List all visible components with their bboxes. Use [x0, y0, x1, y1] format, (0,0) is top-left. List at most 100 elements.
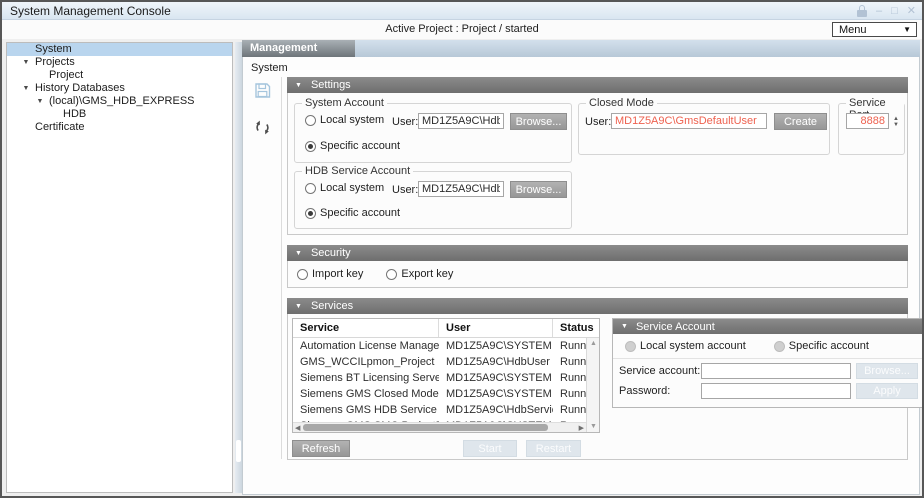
tree-item-label: Project — [49, 69, 83, 82]
hdb-service-account-group: HDB Service Account Local system account… — [294, 171, 572, 229]
hscroll-thumb[interactable] — [303, 424, 548, 431]
refresh-icon[interactable] — [254, 119, 271, 136]
column-header-status[interactable]: Status — [553, 319, 599, 337]
collapse-arrow-icon: ▼ — [295, 303, 302, 310]
tree-item-history-databases[interactable]: ▼History Databases — [7, 82, 232, 95]
title-bar: System Management Console – □ ✕ — [2, 2, 922, 20]
tree-item-label: Certificate — [35, 121, 85, 134]
hdb-account-local-label: Local system account — [320, 182, 384, 194]
table-cell-service: Siemens GMS Closed Mode Service — [293, 386, 439, 402]
sa-specific-radio[interactable] — [774, 341, 785, 352]
services-section-header[interactable]: ▼ Services — [287, 298, 908, 314]
sa-apply-button[interactable]: Apply — [856, 383, 918, 399]
hdb-account-specific-radio[interactable] — [305, 208, 316, 219]
table-cell-user: MD1Z5A9C\SYSTEM — [439, 370, 553, 386]
export-key-radio[interactable] — [386, 269, 397, 280]
table-horizontal-scrollbar[interactable]: ◀ ▶ — [293, 422, 586, 432]
column-header-user[interactable]: User — [439, 319, 553, 337]
table-cell-service: Siemens BT Licensing Server — [293, 370, 439, 386]
sa-password-input[interactable] — [701, 383, 851, 399]
tree-item-certificate[interactable]: Certificate — [7, 121, 232, 134]
start-button[interactable]: Start — [463, 440, 517, 457]
tree-item-label: HDB — [63, 108, 86, 121]
minimize-icon[interactable]: – — [876, 3, 882, 19]
closed-mode-group: Closed Mode User: Create — [578, 103, 830, 155]
table-cell-status: Running — [553, 386, 586, 402]
settings-section-header[interactable]: ▼ Settings — [287, 77, 908, 93]
table-row[interactable]: Siemens GMS HDB ServiceMD1Z5A9C\HdbServi… — [293, 402, 586, 418]
service-account-header[interactable]: ▼ Service Account — [613, 319, 924, 334]
hdb-account-user-input[interactable] — [418, 181, 504, 197]
closed-mode-create-button[interactable]: Create — [774, 113, 827, 130]
system-account-browse-button[interactable]: Browse... — [510, 113, 567, 130]
import-key-label: Import key — [312, 268, 363, 280]
maximize-icon[interactable]: □ — [891, 3, 898, 19]
system-account-user-label: User: — [392, 116, 418, 128]
tree-item-system[interactable]: System — [7, 43, 232, 56]
tree-item-project[interactable]: Project — [7, 69, 232, 82]
expand-arrow-icon[interactable]: ▼ — [17, 82, 35, 95]
collapse-arrow-icon: ▼ — [295, 82, 302, 89]
tab-management[interactable]: Management — [242, 40, 355, 57]
scroll-left-icon[interactable]: ◀ — [295, 424, 300, 432]
hdb-service-account-group-title: HDB Service Account — [302, 165, 413, 177]
table-row[interactable]: GMS_WCCILpmon_ProjectMD1Z5A9C\HdbUserRun… — [293, 354, 586, 370]
services-table: Service User Status Automation License M… — [292, 318, 600, 433]
column-header-service[interactable]: Service — [293, 319, 439, 337]
scroll-right-icon[interactable]: ▶ — [579, 424, 584, 432]
save-icon[interactable] — [254, 82, 271, 99]
close-icon[interactable]: ✕ — [907, 3, 916, 19]
table-cell-service: Siemens GMS HDB Service — [293, 402, 439, 418]
table-cell-user: MD1Z5A9C\SYSTEM — [439, 338, 553, 354]
service-port-spin-down-icon[interactable]: ▼ — [893, 122, 899, 128]
table-cell-service: Automation License Manager Service — [293, 338, 439, 354]
scroll-down-icon[interactable]: ▼ — [587, 423, 600, 430]
hdb-account-browse-button[interactable]: Browse... — [510, 181, 567, 198]
expand-arrow-icon[interactable]: ▼ — [31, 95, 49, 108]
expand-arrow-icon[interactable]: ▼ — [17, 56, 35, 69]
hdb-account-local-radio[interactable] — [305, 183, 316, 194]
menu-button[interactable]: Menu ▼ — [832, 22, 917, 37]
closed-mode-user-label: User: — [585, 116, 611, 128]
tab-strip: Management — [242, 40, 920, 57]
panel-splitter[interactable] — [235, 42, 242, 493]
splitter-grip-icon[interactable] — [236, 440, 241, 462]
chevron-down-icon: ▼ — [903, 25, 916, 34]
sa-service-account-input[interactable] — [701, 363, 851, 379]
service-account-panel: ▼ Service Account Local system account S… — [612, 318, 924, 408]
table-row[interactable]: Siemens BT Licensing ServerMD1Z5A9C\SYST… — [293, 370, 586, 386]
table-cell-status: Running — [553, 338, 586, 354]
settings-section: ▼ Settings System Account Local system a… — [287, 77, 908, 235]
system-account-group: System Account Local system account User… — [294, 103, 572, 163]
service-port-group: Service Port ▲ ▼ — [838, 103, 905, 155]
system-account-user-input[interactable] — [418, 113, 504, 129]
table-row[interactable]: Automation License Manager ServiceMD1Z5A… — [293, 338, 586, 354]
refresh-button[interactable]: Refresh — [292, 440, 350, 457]
scroll-up-icon[interactable]: ▲ — [587, 340, 600, 347]
import-key-radio[interactable] — [297, 269, 308, 280]
export-key-label: Export key — [401, 268, 453, 280]
tree-item-label: System — [35, 43, 72, 56]
closed-mode-user-input[interactable] — [611, 113, 767, 129]
security-section-header[interactable]: ▼ Security — [287, 245, 908, 261]
table-cell-status: Running — [553, 354, 586, 370]
menu-bar: Active Project : Project / started Menu … — [2, 20, 922, 39]
table-row[interactable]: Siemens GMS Closed Mode ServiceMD1Z5A9C\… — [293, 386, 586, 402]
table-vertical-scrollbar[interactable]: ▲ ▼ — [586, 338, 599, 432]
system-account-specific-radio[interactable] — [305, 141, 316, 152]
collapse-arrow-icon: ▼ — [621, 323, 628, 330]
sa-browse-button[interactable]: Browse... — [856, 363, 918, 379]
menu-button-label: Menu — [833, 24, 903, 36]
service-account-title: Service Account — [636, 321, 715, 333]
restart-button[interactable]: Restart — [526, 440, 581, 457]
tree-item-local-gms-hdb-express[interactable]: ▼(local)\GMS_HDB_EXPRESS — [7, 95, 232, 108]
tree-item-hdb[interactable]: HDB — [7, 108, 232, 121]
service-port-input[interactable] — [846, 113, 889, 129]
sa-specific-label: Specific account — [789, 340, 869, 352]
system-account-local-radio[interactable] — [305, 115, 316, 126]
tree-item-projects[interactable]: ▼Projects — [7, 56, 232, 69]
sa-local-system-radio[interactable] — [625, 341, 636, 352]
table-cell-status: Running — [553, 402, 586, 418]
lock-icon — [857, 5, 867, 17]
security-section: ▼ Security Import key Export key — [287, 245, 908, 288]
